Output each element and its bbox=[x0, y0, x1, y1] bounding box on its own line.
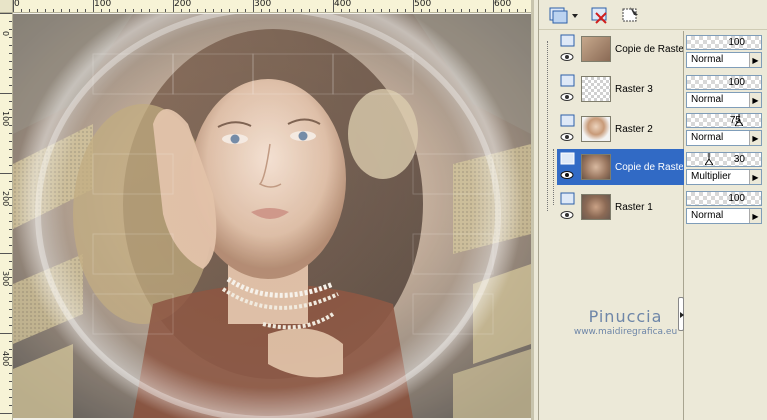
layer-tree-line bbox=[553, 149, 554, 205]
canvas-scroll-edge bbox=[531, 0, 534, 420]
ruler-ticks bbox=[13, 0, 534, 12]
blend-mode-select[interactable]: Normal ▶ bbox=[686, 52, 762, 68]
layer-tree-line bbox=[547, 41, 548, 211]
chevron-right-icon: ▶ bbox=[749, 131, 761, 145]
delete-layer-icon bbox=[591, 7, 607, 24]
delete-layer-button[interactable] bbox=[588, 4, 612, 26]
layer-thumbnail bbox=[581, 36, 611, 62]
layer-type-icon bbox=[559, 73, 577, 107]
watermark-url: www.maidiregrafica.eu bbox=[573, 327, 678, 337]
opacity-value: 100 bbox=[728, 193, 745, 204]
opacity-slider[interactable]: 100 bbox=[686, 75, 762, 90]
watermark: Pinuccia www.maidiregrafica.eu bbox=[563, 307, 688, 337]
slider-thumb-icon bbox=[705, 153, 713, 165]
layer-name: Raster 2 bbox=[615, 124, 653, 135]
new-layer-button[interactable] bbox=[547, 4, 579, 26]
watermark-name: Pinuccia bbox=[588, 307, 663, 326]
new-layer-icon bbox=[549, 7, 578, 24]
opacity-slider[interactable]: 100 bbox=[686, 191, 762, 206]
blend-mode-select[interactable]: Normal ▶ bbox=[686, 92, 762, 108]
blend-mode-value: Normal bbox=[691, 132, 724, 143]
layer-props-block: 100 Normal ▶ bbox=[686, 73, 762, 110]
layer-list: Copie de Raste Raster 3 Raster 2 Copie d… bbox=[539, 31, 684, 420]
layer-name: Raster 3 bbox=[615, 84, 653, 95]
layer-props-block: 30 Multiplier ▶ bbox=[686, 150, 762, 187]
layer-row[interactable]: Raster 1 bbox=[557, 189, 684, 225]
layer-name: Copie de Raste bbox=[615, 44, 683, 55]
opacity-value: 30 bbox=[733, 154, 745, 165]
opacity-slider[interactable]: 100 bbox=[686, 35, 762, 50]
blend-mode-select[interactable]: Normal ▶ bbox=[686, 208, 762, 224]
palette-splitter-handle[interactable] bbox=[678, 297, 684, 331]
mask-icon bbox=[622, 7, 638, 22]
chevron-right-icon: ▶ bbox=[749, 209, 761, 223]
layer-name: Raster 1 bbox=[615, 202, 653, 213]
layer-row[interactable]: Raster 2 bbox=[557, 111, 684, 147]
opacity-slider[interactable]: 75 bbox=[686, 113, 762, 128]
document-image[interactable] bbox=[13, 14, 531, 418]
chevron-right-icon: ▶ bbox=[749, 170, 761, 184]
layer-row-selected[interactable]: Copie de Raste bbox=[557, 149, 684, 185]
ruler-corner bbox=[0, 0, 13, 13]
layer-type-icon bbox=[559, 113, 577, 147]
layer-props-block: 100 Normal ▶ bbox=[686, 189, 762, 226]
chevron-right-icon: ▶ bbox=[749, 93, 761, 107]
chevron-right-icon: ▶ bbox=[749, 53, 761, 67]
portrait-artwork bbox=[13, 14, 531, 418]
layer-type-icon bbox=[559, 151, 577, 185]
layer-type-icon bbox=[559, 33, 577, 67]
layer-properties: 100 Normal ▶ 100 Normal ▶ 75 Normal ▶ 30… bbox=[685, 31, 767, 420]
layer-thumbnail bbox=[581, 76, 611, 102]
blend-mode-value: Normal bbox=[691, 94, 724, 105]
layer-props-block: 75 Normal ▶ bbox=[686, 111, 762, 148]
opacity-value: 75 bbox=[729, 115, 741, 126]
mask-button[interactable] bbox=[619, 4, 643, 26]
psp-workspace: 0 100 200 300 400 500 600 0 100 200 300 … bbox=[0, 0, 767, 420]
opacity-slider[interactable]: 30 bbox=[686, 152, 762, 167]
layer-thumbnail bbox=[581, 154, 611, 180]
blend-mode-select[interactable]: Normal ▶ bbox=[686, 130, 762, 146]
layer-thumbnail bbox=[581, 194, 611, 220]
blend-mode-value: Normal bbox=[691, 210, 724, 221]
blend-mode-select[interactable]: Multiplier ▶ bbox=[686, 169, 762, 185]
blend-mode-value: Multiplier bbox=[691, 171, 732, 182]
opacity-value: 100 bbox=[728, 77, 745, 88]
layer-type-icon bbox=[559, 191, 577, 225]
opacity-value: 100 bbox=[728, 37, 745, 48]
layers-palette: Copie de Raste Raster 3 Raster 2 Copie d… bbox=[538, 0, 767, 420]
layer-props-block: 100 Normal ▶ bbox=[686, 33, 762, 70]
layers-toolbar bbox=[539, 0, 767, 30]
vertical-ruler: 0 100 200 300 400 bbox=[0, 13, 13, 420]
canvas-area[interactable]: 0 100 200 300 400 500 600 0 100 200 300 … bbox=[0, 0, 534, 420]
layer-row[interactable]: Raster 3 bbox=[557, 71, 684, 107]
layer-row[interactable]: Copie de Raste bbox=[557, 31, 684, 67]
horizontal-ruler: 0 100 200 300 400 500 600 bbox=[0, 0, 534, 13]
blend-mode-value: Normal bbox=[691, 54, 724, 65]
layer-thumbnail bbox=[581, 116, 611, 142]
ruler-ticks bbox=[0, 13, 12, 414]
layer-name: Copie de Raste bbox=[615, 162, 683, 173]
